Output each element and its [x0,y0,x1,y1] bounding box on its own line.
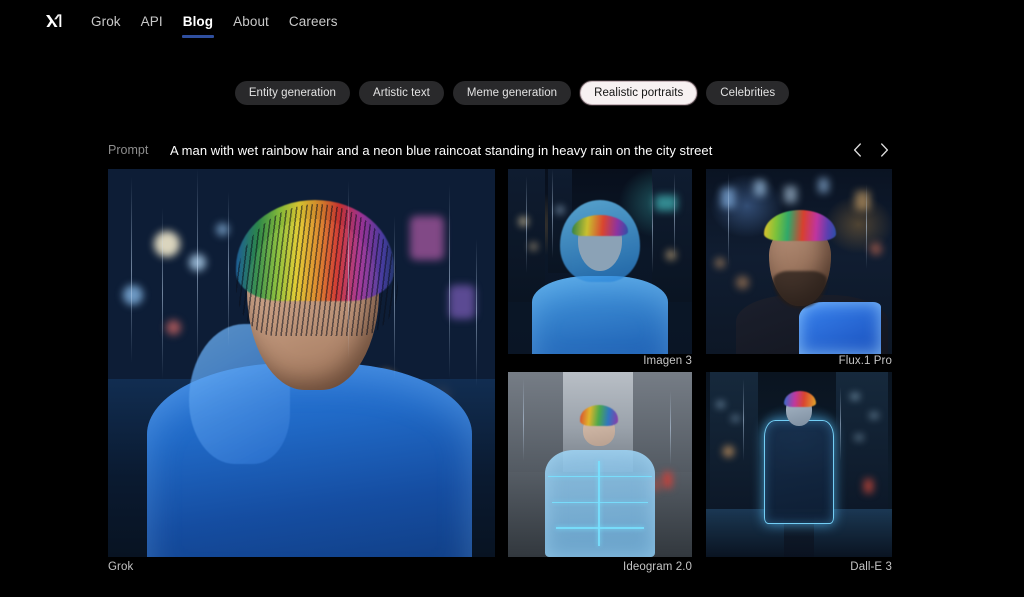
generated-image-ideogram-2 [508,372,692,557]
gallery-image-grok[interactable] [108,169,495,557]
gallery-caption-ideogram-2: Ideogram 2.0 [623,561,692,573]
gallery-caption-dall-e-3: Dall-E 3 [850,561,892,573]
category-filter-row: Entity generation Artistic text Meme gen… [0,81,1024,105]
generated-image-dall-e-3 [706,372,892,557]
filter-pill-meme-generation[interactable]: Meme generation [452,81,572,105]
nav-item-about[interactable]: About [223,10,279,33]
prev-prompt-button[interactable] [849,141,865,159]
chevron-right-icon [880,143,888,157]
filter-pill-entity-generation[interactable]: Entity generation [234,81,350,105]
xai-logo[interactable] [41,8,67,34]
gallery-image-dall-e-3[interactable] [706,372,892,557]
generated-image-flux-1-pro [706,169,892,354]
prompt-text: A man with wet rainbow hair and a neon b… [170,142,713,158]
nav-item-blog[interactable]: Blog [173,10,223,38]
model-comparison-gallery: Grok Imagen 3 Flux.1 Pro Ideogram 2.0 Da… [108,169,892,573]
prompt-row: Prompt A man with wet rainbow hair and a… [108,139,892,161]
prompt-label: Prompt [108,143,149,157]
nav-links: Grok API Blog About Careers [81,10,348,38]
chevron-left-icon [853,143,861,157]
filter-pill-realistic-portraits[interactable]: Realistic portraits [580,81,698,105]
gallery-caption-grok: Grok [108,561,134,573]
next-prompt-button[interactable] [876,141,892,159]
filter-pill-artistic-text[interactable]: Artistic text [358,81,444,105]
gallery-caption-flux-1-pro: Flux.1 Pro [838,355,892,367]
generated-image-imagen-3 [508,169,692,354]
nav-item-api[interactable]: API [131,10,173,33]
nav-item-careers[interactable]: Careers [279,10,348,33]
carousel-controls [849,141,892,159]
xai-logo-icon [46,14,62,27]
gallery-image-imagen-3[interactable] [508,169,692,354]
filter-pill-celebrities[interactable]: Celebrities [706,81,790,105]
gallery-caption-imagen-3: Imagen 3 [643,355,692,367]
gallery-image-ideogram-2[interactable] [508,372,692,557]
top-navigation-bar: Grok API Blog About Careers [0,0,1024,42]
generated-image-grok [108,169,495,557]
gallery-image-flux-1-pro[interactable] [706,169,892,354]
nav-item-grok[interactable]: Grok [81,10,131,33]
